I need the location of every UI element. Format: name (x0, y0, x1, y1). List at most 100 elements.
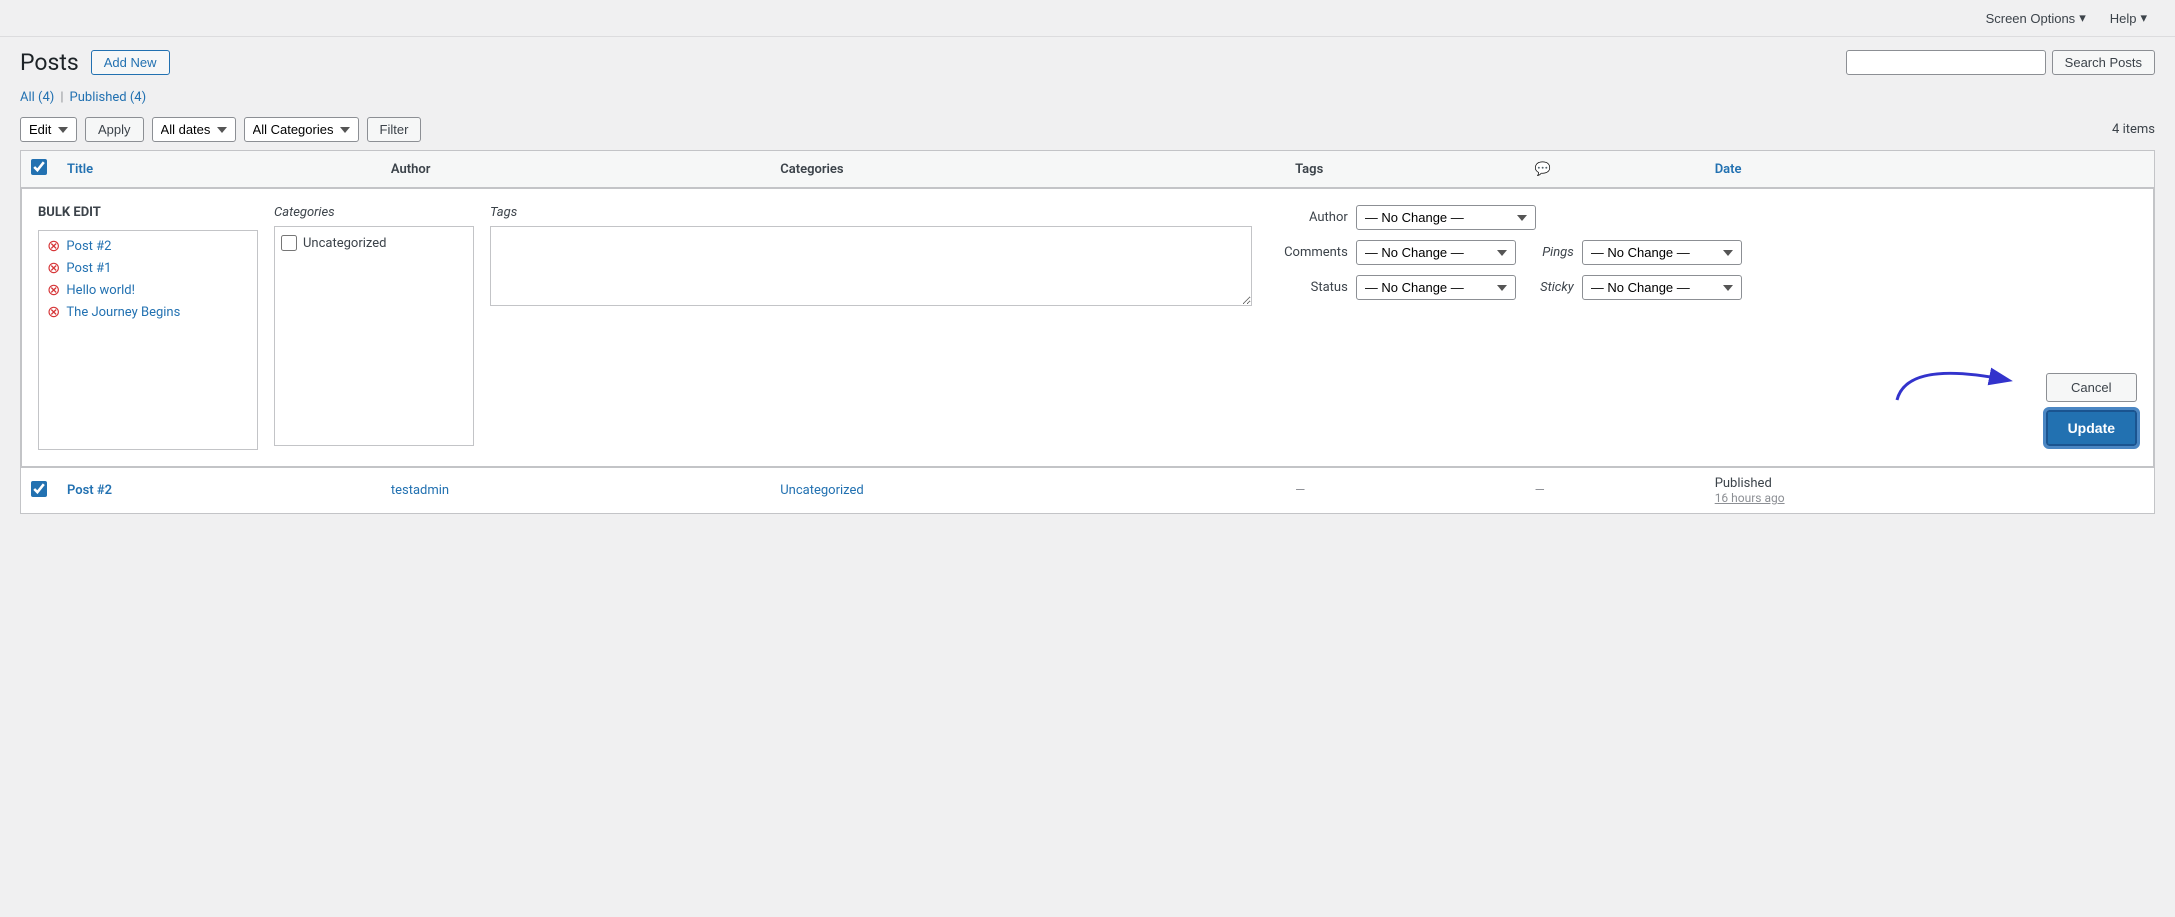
pings-select[interactable]: — No Change — (1582, 240, 1742, 265)
post2-title-link[interactable]: Post #2 (67, 483, 112, 498)
cancel-button[interactable]: Cancel (2046, 373, 2137, 402)
post2-author-link[interactable]: testadmin (391, 483, 449, 498)
sticky-select[interactable]: — No Change — (1582, 275, 1742, 300)
separator: | (60, 90, 63, 105)
post-row-categories-cell: Uncategorized (770, 468, 1285, 514)
bulk-action-select[interactable]: Edit (20, 117, 77, 142)
post2-date-relative: 16 hours ago (1715, 491, 2144, 505)
bulk-edit-posts-section: BULK EDIT ⊗ Post #2 ⊗ Post #1 (38, 205, 258, 450)
header-categories[interactable]: Categories (770, 151, 1285, 188)
bulk-edit-row: BULK EDIT ⊗ Post #2 ⊗ Post #1 (21, 188, 2155, 468)
tags-input[interactable] (490, 226, 1252, 306)
items-count: 4 items (2112, 122, 2155, 137)
author-field-label: Author (1268, 210, 1348, 225)
author-select[interactable]: — No Change — (1356, 205, 1536, 230)
bulk-edit-tags-section: Tags (490, 205, 1252, 450)
header-title[interactable]: Title (57, 151, 381, 188)
author-row: Author — No Change — (1268, 205, 2030, 230)
post1-link[interactable]: Post #1 (66, 261, 111, 276)
update-button[interactable]: Update (2046, 410, 2137, 446)
main-content: Title Author Categories Tags 💬 Date BULK… (0, 150, 2175, 534)
published-count: (4) (130, 90, 146, 105)
list-item: ⊗ Post #2 (43, 235, 253, 257)
post-row-tags-cell: — (1285, 468, 1525, 514)
screen-options-button[interactable]: Screen Options ▾ (1974, 6, 2098, 30)
status-sticky-row: Status — No Change — Sticky — No Change … (1268, 275, 2030, 300)
bulk-edit-cell: BULK EDIT ⊗ Post #2 ⊗ Post #1 (21, 188, 2155, 468)
dates-select[interactable]: All dates (152, 117, 236, 142)
post2-category-link[interactable]: Uncategorized (780, 483, 863, 498)
uncategorized-label: Uncategorized (303, 236, 386, 251)
post2-comments: — (1535, 483, 1545, 498)
category-item: Uncategorized (281, 233, 467, 253)
post2-date-published: Published (1715, 476, 2144, 491)
sticky-field-label: Sticky (1524, 280, 1574, 295)
header-date[interactable]: Date (1705, 151, 2155, 188)
bulk-edit-actions: Cancel (2046, 205, 2137, 450)
post2-checkbox[interactable] (31, 481, 47, 497)
header-author[interactable]: Author (381, 151, 770, 188)
top-bar: Screen Options ▾ Help ▾ (0, 0, 2175, 37)
journey-link[interactable]: The Journey Begins (66, 305, 180, 320)
bulk-edit-fields-section: Author — No Change — Comments — No Chang… (1268, 205, 2030, 450)
update-arrow-container: Update (2046, 410, 2137, 446)
post2-link[interactable]: Post #2 (66, 239, 111, 254)
search-area: Search Posts (1846, 50, 2155, 75)
table-row: Post #2 testadmin Uncategorized — — Publ… (21, 468, 2155, 514)
all-link[interactable]: All (4) (20, 90, 54, 105)
page-title: Posts (20, 49, 79, 76)
page-header: Posts Add New Search Posts (0, 37, 2175, 84)
status-select[interactable]: — No Change — (1356, 275, 1516, 300)
post-row-comments-cell: — (1525, 468, 1705, 514)
header-comments[interactable]: 💬 (1525, 151, 1705, 188)
search-posts-button[interactable]: Search Posts (2052, 50, 2155, 75)
bulk-edit-panel: BULK EDIT ⊗ Post #2 ⊗ Post #1 (21, 188, 2154, 467)
posts-table: Title Author Categories Tags 💬 Date BULK… (20, 150, 2155, 514)
comments-icon: 💬 (1535, 162, 1551, 177)
help-label: Help (2110, 11, 2137, 26)
categories-section-label: Categories (274, 205, 474, 220)
apply-button[interactable]: Apply (85, 117, 144, 142)
uncategorized-checkbox[interactable] (281, 235, 297, 251)
help-button[interactable]: Help ▾ (2098, 6, 2159, 30)
add-new-button[interactable]: Add New (91, 50, 170, 75)
filter-button[interactable]: Filter (367, 117, 422, 142)
post-row-author-cell: testadmin (381, 468, 770, 514)
remove-helloworld-icon[interactable]: ⊗ (47, 282, 60, 298)
search-input[interactable] (1846, 50, 2046, 75)
list-item: ⊗ Hello world! (43, 279, 253, 301)
post-row-title-cell: Post #2 (57, 468, 381, 514)
header-tags[interactable]: Tags (1285, 151, 1525, 188)
comments-field-label: Comments (1268, 245, 1348, 260)
tags-section-label: Tags (490, 205, 1252, 220)
pings-field-label: Pings (1524, 245, 1574, 260)
post-row-checkbox-cell (21, 468, 58, 514)
list-item: ⊗ The Journey Begins (43, 301, 253, 323)
published-label: Published (70, 90, 127, 105)
screen-options-chevron: ▾ (2079, 10, 2086, 26)
all-label: All (20, 90, 35, 105)
published-link[interactable]: Published (4) (70, 90, 147, 105)
list-item: ⊗ Post #1 (43, 257, 253, 279)
remove-journey-icon[interactable]: ⊗ (47, 304, 60, 320)
bulk-edit-label: BULK EDIT (38, 205, 258, 220)
post2-tags: — (1295, 483, 1305, 498)
categories-select[interactable]: All Categories (244, 117, 359, 142)
subsubsub: All (4) | Published (4) (0, 84, 2175, 109)
filter-bar: Edit Apply All dates All Categories Filt… (0, 109, 2175, 150)
remove-post1-icon[interactable]: ⊗ (47, 260, 60, 276)
helloworld-link[interactable]: Hello world! (66, 283, 135, 298)
status-field-label: Status (1268, 280, 1348, 295)
bulk-edit-categories-section: Categories Uncategorized (274, 205, 474, 450)
comments-pings-row: Comments — No Change — Pings — No Change… (1268, 240, 2030, 265)
select-all-checkbox[interactable] (31, 159, 47, 175)
header-checkbox-col (21, 151, 58, 188)
screen-options-label: Screen Options (1986, 11, 2076, 26)
filter-left: Edit Apply All dates All Categories Filt… (20, 117, 421, 142)
remove-post2-icon[interactable]: ⊗ (47, 238, 60, 254)
help-chevron: ▾ (2140, 10, 2147, 26)
table-header-row: Title Author Categories Tags 💬 Date (21, 151, 2155, 188)
posts-list-box[interactable]: ⊗ Post #2 ⊗ Post #1 ⊗ Hello world! (38, 230, 258, 450)
categories-list[interactable]: Uncategorized (274, 226, 474, 446)
comments-select[interactable]: — No Change — (1356, 240, 1516, 265)
